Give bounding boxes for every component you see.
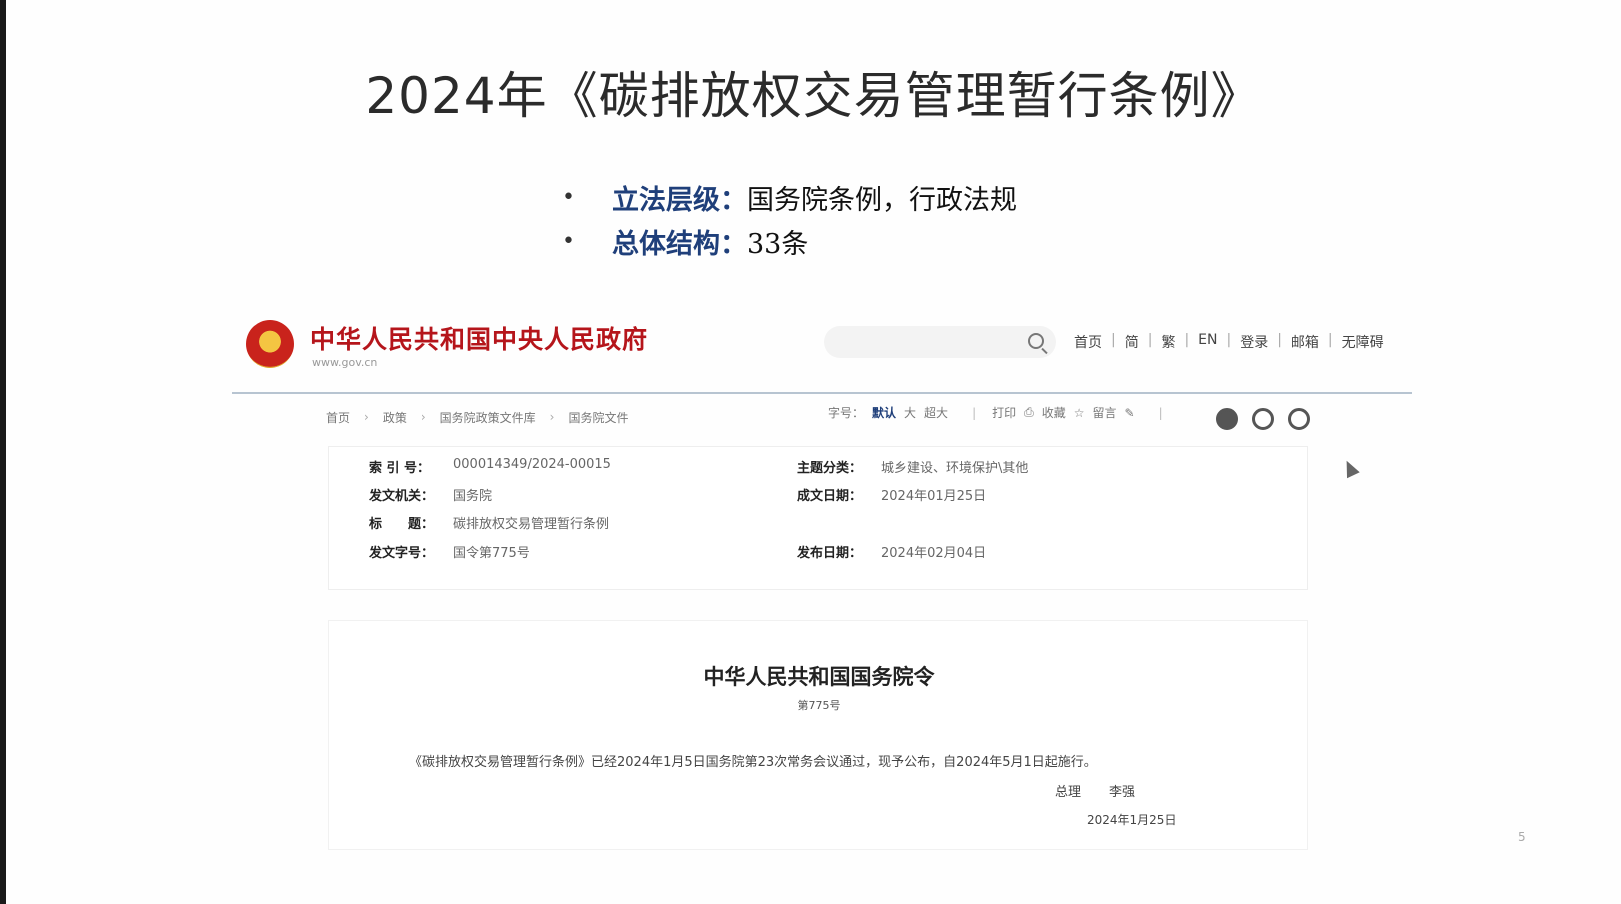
bullet-item: • 总体结构： 33条 xyxy=(562,219,1017,263)
nav-separator: | xyxy=(1147,332,1153,348)
star-icon[interactable]: ☆ xyxy=(1074,406,1085,420)
nav-accessibility[interactable]: 无障碍 xyxy=(1342,332,1384,352)
meta-index-no: 索 引 号： 000014349/2024-00015 xyxy=(369,457,611,476)
chevron-right-icon: › xyxy=(549,410,555,424)
meta-written-date: 成文日期： 2024年01月25日 xyxy=(797,485,986,504)
bullet-value: 33条 xyxy=(747,228,809,260)
document-heading: 中华人民共和国国务院令 xyxy=(703,664,935,689)
favorite-button[interactable]: 收藏 xyxy=(1042,404,1066,421)
header-divider xyxy=(232,392,1412,394)
site-url: www.gov.cn xyxy=(312,356,378,369)
chevron-right-icon: › xyxy=(364,410,369,424)
nav-simplified[interactable]: 简 xyxy=(1125,332,1139,352)
signer-title: 总理 xyxy=(1055,785,1082,800)
slide-page-number: 5 xyxy=(1518,830,1526,844)
search-icon[interactable] xyxy=(1028,333,1044,349)
site-name: 中华人民共和国中央人民政府 xyxy=(310,325,649,354)
wechat-icon[interactable] xyxy=(1216,408,1238,430)
bullet-key: 立法层级： xyxy=(612,184,747,216)
document-signature: 总理 李强 xyxy=(1055,781,1135,800)
top-nav: 首页 | 简 | 繁 | EN | 登录 | 邮箱 | 无障碍 xyxy=(1074,332,1384,352)
meta-label: 主题分类： xyxy=(797,461,863,476)
font-size-label: 字号： xyxy=(828,406,865,420)
national-emblem-icon xyxy=(246,320,294,368)
font-large-button[interactable]: 大 xyxy=(904,404,916,421)
meta-label: 发文字号： xyxy=(369,546,435,561)
nav-separator: | xyxy=(1327,332,1333,348)
gov-site-header: 中华人民共和国中央人民政府 www.gov.cn 首页 | 简 | 繁 | EN… xyxy=(236,310,1416,390)
search-input[interactable] xyxy=(824,326,1056,358)
nav-traditional[interactable]: 繁 xyxy=(1161,332,1175,352)
page-tools: 字号： 默认 大 超大 | 打印 ⎙ 收藏 ☆ 留言 ✎ | xyxy=(828,404,1179,421)
document-meta: 索 引 号： 000014349/2024-00015 主题分类： 城乡建设、环… xyxy=(328,446,1308,590)
nav-separator: | xyxy=(1184,332,1190,348)
meta-topic: 主题分类： 城乡建设、环境保护\其他 xyxy=(797,457,1028,476)
nav-home[interactable]: 首页 xyxy=(1074,332,1102,352)
document-number: 第775号 xyxy=(797,699,841,712)
slide-title: 2024年《碳排放权交易管理暂行条例》 xyxy=(365,67,1262,125)
meta-label: 索 引 号： xyxy=(369,461,431,476)
nav-separator: | xyxy=(1111,332,1116,348)
slide: 2024年《碳排放权交易管理暂行条例》 • 立法层级： 国务院条例，行政法规 •… xyxy=(6,0,1621,904)
print-button[interactable]: 打印 xyxy=(992,404,1016,421)
meta-value: 国务院 xyxy=(453,489,493,504)
bullet-value: 国务院条例，行政法规 xyxy=(747,184,1017,216)
document-text: 《碳排放权交易管理暂行条例》已经2024年1月5日国务院第23次常务会议通过，现… xyxy=(409,755,1097,770)
bullet-list: • 立法层级： 国务院条例，行政法规 • 总体结构： 33条 xyxy=(562,175,1017,263)
meta-value: 2024年02月04日 xyxy=(881,546,987,561)
meta-label: 标 题： xyxy=(369,517,435,532)
font-xlarge-button[interactable]: 超大 xyxy=(924,404,948,421)
font-default-button[interactable]: 默认 xyxy=(872,404,896,421)
meta-value: 000014349/2024-00015 xyxy=(453,457,611,472)
meta-doc-no: 发文字号： 国令第775号 xyxy=(369,542,530,561)
breadcrumb-library[interactable]: 国务院政策文件库 xyxy=(440,409,536,426)
meta-issuer: 发文机关： 国务院 xyxy=(369,485,492,504)
breadcrumb-policy[interactable]: 政策 xyxy=(383,409,407,426)
edit-icon[interactable]: ✎ xyxy=(1125,406,1135,420)
qzone-icon[interactable] xyxy=(1288,408,1310,430)
meta-label: 成文日期： xyxy=(797,489,863,504)
chevron-right-icon: › xyxy=(420,410,426,424)
bullet-dot-icon: • xyxy=(562,184,575,210)
share-icons xyxy=(1216,408,1310,430)
meta-label: 发文机关： xyxy=(369,489,435,504)
meta-value: 城乡建设、环境保护\其他 xyxy=(881,461,1029,476)
meta-title: 标 题： 碳排放权交易管理暂行条例 xyxy=(369,513,609,532)
meta-value: 国令第775号 xyxy=(453,546,530,561)
mouse-cursor-icon xyxy=(1340,457,1360,479)
bullet-dot-icon: • xyxy=(562,228,575,254)
weibo-icon[interactable] xyxy=(1252,408,1274,430)
signer-name: 李强 xyxy=(1109,785,1136,800)
meta-publish-date: 发布日期： 2024年02月04日 xyxy=(797,542,986,561)
nav-mail[interactable]: 邮箱 xyxy=(1291,332,1319,352)
bullet-item: • 立法层级： 国务院条例，行政法规 xyxy=(562,175,1017,219)
tool-separator: | xyxy=(1158,405,1163,420)
message-button[interactable]: 留言 xyxy=(1093,404,1117,421)
nav-login[interactable]: 登录 xyxy=(1240,332,1268,352)
nav-separator: | xyxy=(1226,332,1232,348)
meta-value: 2024年01月25日 xyxy=(881,489,987,504)
meta-label: 发布日期： xyxy=(797,546,863,561)
nav-english[interactable]: EN xyxy=(1198,332,1217,352)
nav-separator: | xyxy=(1277,332,1282,348)
tool-separator: | xyxy=(972,405,977,420)
document-date: 2024年1月25日 xyxy=(1087,813,1177,827)
breadcrumb-documents[interactable]: 国务院文件 xyxy=(568,409,628,426)
bullet-key: 总体结构： xyxy=(612,228,747,260)
print-icon[interactable]: ⎙ xyxy=(1024,405,1034,420)
document-body: 中华人民共和国国务院令 第775号 《碳排放权交易管理暂行条例》已经2024年1… xyxy=(328,620,1308,850)
meta-value: 碳排放权交易管理暂行条例 xyxy=(453,517,610,532)
breadcrumb-home[interactable]: 首页 xyxy=(326,409,350,426)
